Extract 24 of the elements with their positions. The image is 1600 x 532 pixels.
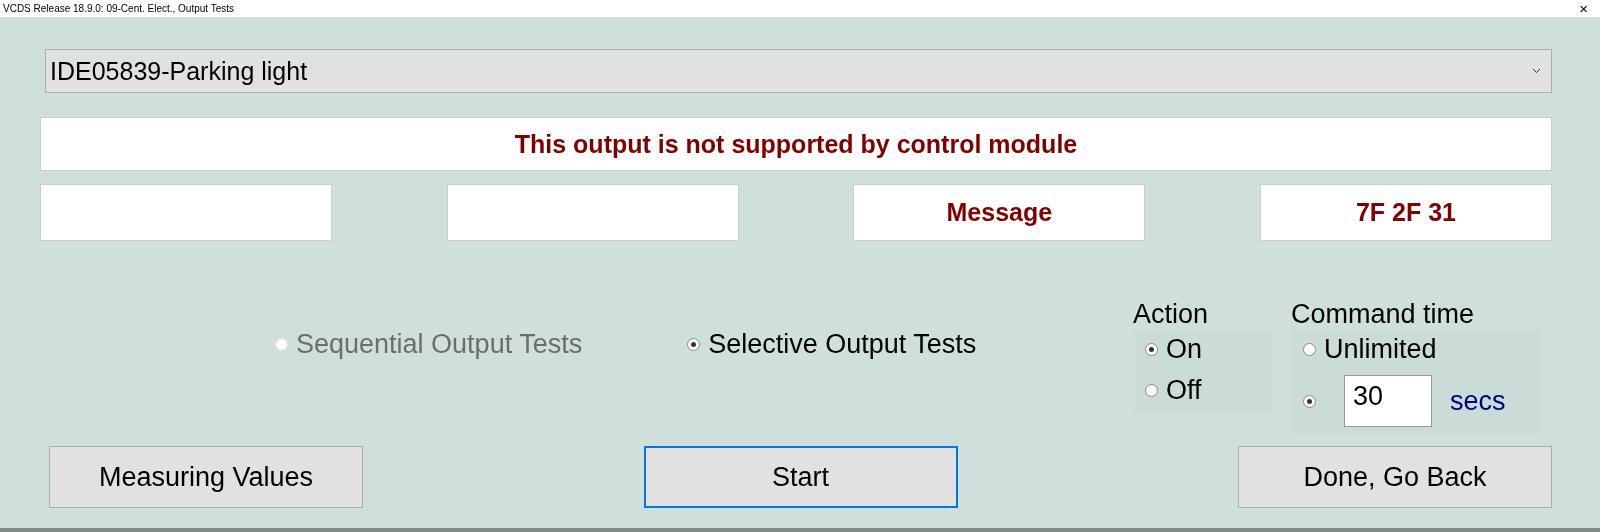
chevron-down-icon bbox=[1532, 68, 1541, 74]
radio-label: Off bbox=[1166, 375, 1202, 406]
radio-button[interactable] bbox=[1303, 343, 1316, 356]
radio-label: Sequential Output Tests bbox=[296, 329, 583, 360]
close-button[interactable]: × bbox=[1579, 1, 1596, 16]
unit-label: secs bbox=[1450, 385, 1506, 417]
radio-button[interactable] bbox=[687, 338, 701, 351]
action-button[interactable]: Done, Go Back bbox=[1238, 446, 1552, 508]
action-button[interactable]: Measuring Values bbox=[49, 446, 363, 508]
status-message: This output is not supported by control module bbox=[40, 117, 1552, 171]
seconds-field[interactable]: 30 bbox=[1344, 375, 1432, 427]
radio-button[interactable] bbox=[1145, 384, 1158, 397]
window-title: VCDS Release 18.9.0: 09-Cent. Elect., Output Tests bbox=[3, 3, 235, 14]
group-title: Command time bbox=[1291, 299, 1476, 330]
info-field: 7F 2F 31 bbox=[1259, 184, 1552, 241]
radio-label: Selective Output Tests bbox=[708, 329, 977, 360]
radio-button[interactable] bbox=[1303, 394, 1316, 408]
radio-button[interactable] bbox=[1145, 343, 1158, 356]
group-title: Action bbox=[1133, 299, 1210, 330]
radio-label: On bbox=[1166, 334, 1203, 365]
output-dropdown[interactable]: IDE05839-Parking light bbox=[45, 49, 1552, 93]
action-button[interactable]: Start bbox=[643, 446, 958, 508]
info-field: Message bbox=[853, 184, 1146, 241]
radio-label: Unlimited bbox=[1324, 334, 1437, 365]
